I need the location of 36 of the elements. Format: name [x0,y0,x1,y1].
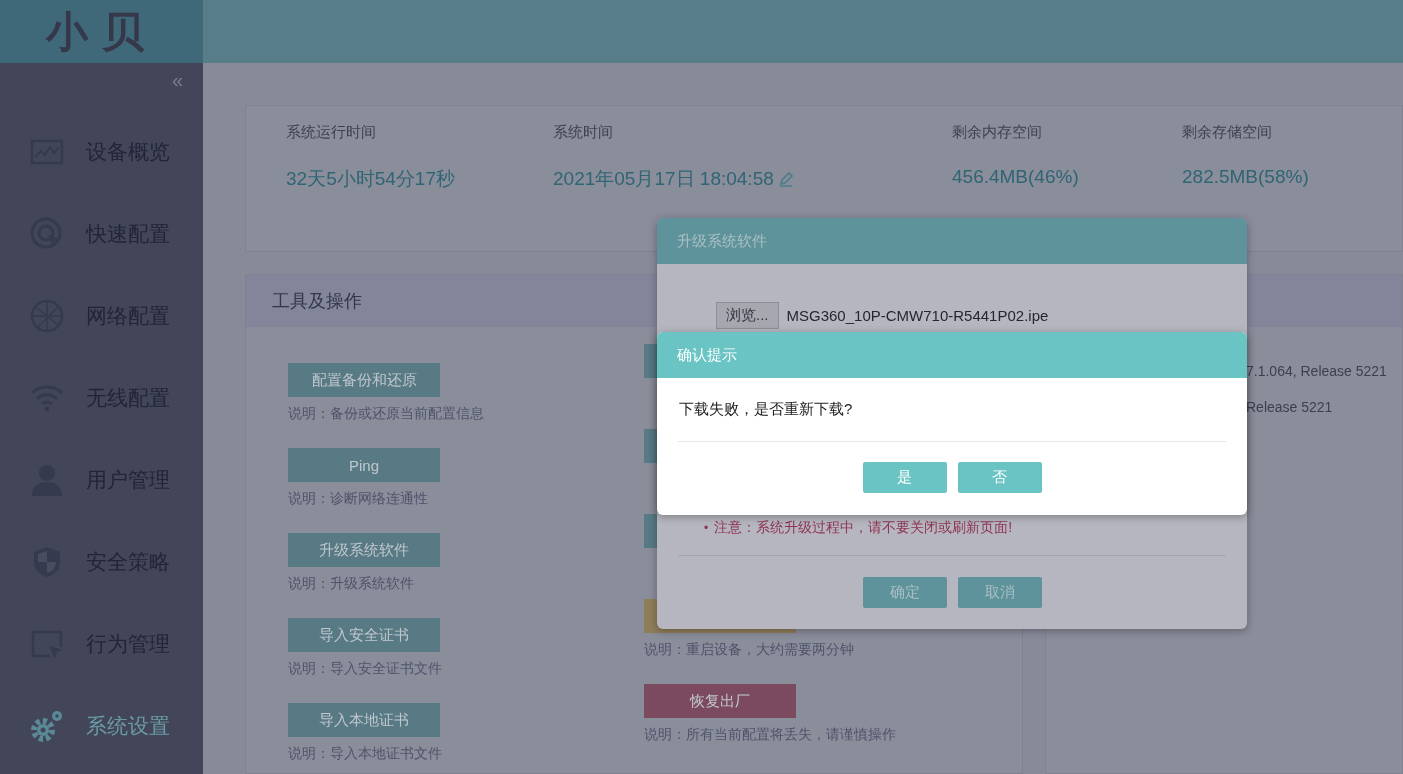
tool-button[interactable]: 导入安全证书 [288,618,440,652]
card-title: 工具及操作 [272,290,362,313]
tool-description: 说明：导入本地证书文件 [288,745,443,761]
tool-button[interactable]: Ping [288,448,440,482]
stat-label: 剩余存储空间 [1182,123,1273,142]
warning-text: 注意：系统升级过程中，请不要关闭或刷新页面! [714,519,1013,537]
dialog-button[interactable]: 确定 [862,577,947,608]
stat-label: 系统运行时间 [286,123,377,142]
tool-button[interactable]: 导入本地证书 [288,703,440,737]
browse-button[interactable]: 浏览... [716,302,779,329]
sidebar-item[interactable]: 系统设置 [30,705,203,747]
info-value: 7.1.064, Release 5221 [1246,363,1388,379]
bullet: • [704,521,709,535]
dialog-title: 升级系统软件 [657,218,1247,264]
stat-label: 系统时间 [553,123,614,142]
tool-description: 说明：导入安全证书文件 [288,660,443,676]
dialog-title: 确认提示 [657,332,1247,378]
dialog-button[interactable]: 取消 [957,577,1042,608]
dialog-button[interactable]: 是 [862,462,947,493]
collapse-toggle[interactable]: « [171,69,183,91]
tool-button[interactable]: 配置备份和还原 [288,363,440,397]
dialog-button[interactable]: 否 [957,462,1042,493]
file-name: MSG360_10P-CMW710-R5441P02.ipe [786,307,1049,324]
gears-icon [30,709,64,743]
stat-label: 剩余内存空间 [952,123,1043,142]
tool-button[interactable]: 恢复出厂 [644,684,796,718]
tool-button[interactable]: 升级系统软件 [288,533,440,567]
stat-value: 32天5小时54分17秒 [286,167,456,191]
tool-description: 说明：升级系统软件 [288,575,415,591]
stat-value: 282.5MB(58%) [1182,166,1310,188]
info-value: Release 5221 [1246,399,1334,415]
tool-description: 说明：备份或还原当前配置信息 [288,405,485,421]
dialog-message: 下载失败，是否重新下载? [678,399,854,419]
stat-value: 2021年05月17日 18:04:58 [553,166,952,192]
stat-value: 456.4MB(46%) [952,166,1080,188]
pencil-icon[interactable] [777,171,794,187]
